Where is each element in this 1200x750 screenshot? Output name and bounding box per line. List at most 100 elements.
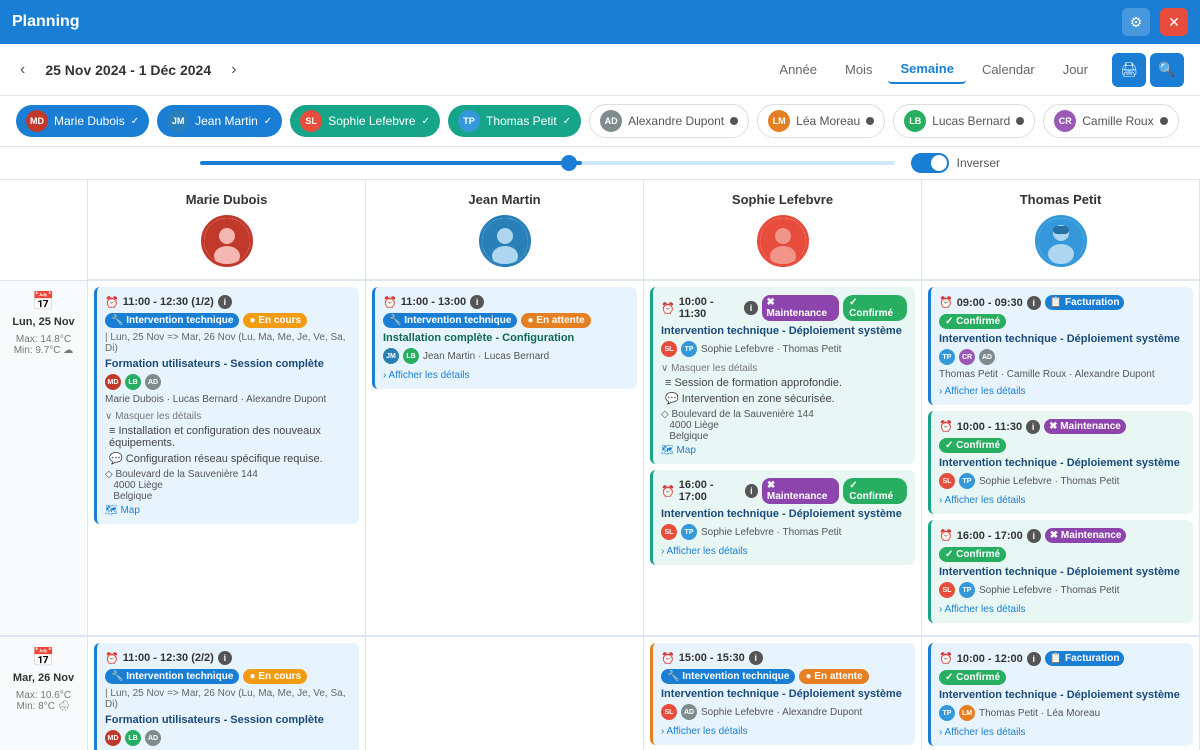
tag-maint-t2: ✖ Maintenance (1044, 419, 1126, 434)
pa-lucas: LB (403, 348, 419, 364)
event-tags: 🔧 Intervention technique ● En cours (105, 313, 351, 328)
filter-thomas-petit[interactable]: TP Thomas Petit ✓ (448, 105, 581, 137)
col-name-thomas: Thomas Petit (930, 192, 1191, 207)
day-name-mar26: Mar, 26 Nov (13, 672, 74, 684)
filter-lea-moreau[interactable]: LM Léa Moreau (757, 104, 885, 138)
tag-attente: ● En attente (521, 313, 590, 328)
slider-fill (200, 161, 582, 165)
pa-sl1: SL (661, 341, 677, 357)
ds1-2: 💬 Intervention en zone sécurisée. (661, 392, 907, 405)
ep-sophie1: SL TP Sophie Lefebvre · Thomas Petit (661, 341, 907, 357)
avatar-lucas: LB (904, 110, 926, 132)
col-jean: Jean Martin (366, 180, 644, 280)
calendar-scroll[interactable]: 📅 Lun, 25 Nov Max: 14.8°CMin: 9.7°C ☁ ⏰ … (0, 281, 1200, 750)
show-d-sophie2[interactable]: › Afficher les détails (661, 546, 907, 557)
event-thomas-mar1: ⏰ 10:00 - 12:00 i 📋 Facturation ✓ Confir… (928, 643, 1193, 746)
ii-sophie2[interactable]: i (745, 484, 758, 498)
tag-enc-m1: ● En cours (243, 669, 307, 684)
pn-sl1: Sophie Lefebvre · Thomas Petit (701, 344, 841, 355)
check-icon-3: ✓ (422, 116, 430, 127)
tag-conf-t2: ✓ Confirmé (939, 438, 1006, 453)
cell-thomas-mar26: ⏰ 10:00 - 12:00 i 📋 Facturation ✓ Confir… (922, 637, 1200, 750)
event-time: ⏰ 11:00 - 12:30 (1/2) i (105, 295, 351, 309)
inactive-dot-3 (1016, 117, 1024, 125)
avatar-marie: MD (26, 110, 48, 132)
ii-s3[interactable]: i (749, 651, 763, 665)
day-name-lun25: Lun, 25 Nov (12, 316, 74, 328)
event-tags-jean: 🔧 Intervention technique ● En attente (383, 313, 629, 328)
event-thomas1: ⏰ 09:00 - 09:30 i 📋 Facturation ✓ Confir… (928, 287, 1193, 405)
filter-jean-martin[interactable]: JM Jean Martin ✓ (157, 105, 282, 137)
view-calendar[interactable]: Calendar (970, 56, 1047, 83)
show-d-t2[interactable]: › Afficher les détails (939, 495, 1185, 506)
ii-m1[interactable]: i (218, 651, 232, 665)
pn-t3: Sophie Lefebvre · Thomas Petit (979, 585, 1119, 596)
next-button[interactable]: › (227, 57, 240, 83)
inverter-toggle[interactable] (911, 153, 949, 173)
close-button[interactable]: ✕ (1160, 8, 1188, 36)
pa-tp6: TP (939, 705, 955, 721)
tag-fact-tm1: 📋 Facturation (1045, 651, 1125, 666)
pa-tp2: TP (681, 524, 697, 540)
app-title: Planning (12, 13, 1112, 31)
inactive-dot (730, 117, 738, 125)
ep-t3: SL TP Sophie Lefebvre · Thomas Petit (939, 582, 1185, 598)
info-icon-jean[interactable]: i (470, 295, 484, 309)
pa-lm: LM (959, 705, 975, 721)
et-m1: ⏰ 11:00 - 12:30 (2/2) i (105, 651, 351, 665)
col-avatar-thomas (1035, 215, 1087, 267)
show-d-t3[interactable]: › Afficher les détails (939, 604, 1185, 615)
cell-sophie-lun25: ⏰ 10:00 - 11:30 i ✖ Maintenance ✓ Confir… (644, 281, 922, 636)
show-details-jean[interactable]: › Afficher les détails (383, 370, 629, 381)
ii-tm1[interactable]: i (1027, 652, 1041, 666)
show-d-t1[interactable]: › Afficher les détails (939, 386, 1185, 397)
event-details: ≡ Installation et configuration des nouv… (105, 425, 351, 516)
search-button[interactable]: 🔍 (1150, 53, 1184, 87)
filter-sophie-lefebvre[interactable]: SL Sophie Lefebvre ✓ (290, 105, 440, 137)
info-icon[interactable]: i (218, 295, 232, 309)
filter-marie-dubois[interactable]: MD Marie Dubois ✓ (16, 105, 149, 137)
map-link[interactable]: 🗺 Map (105, 505, 351, 516)
event-persons: MD LB AD Marie Dubois · Lucas Bernard · … (105, 374, 351, 405)
tag-fact1: 📋 Facturation (1045, 295, 1125, 310)
gear-button[interactable]: ⚙ (1122, 8, 1150, 36)
slider-bar: Inverser (0, 147, 1200, 180)
view-jour[interactable]: Jour (1051, 56, 1100, 83)
hide-details-btn[interactable]: ∨ Masquer les détails (105, 411, 351, 422)
col-name-jean: Jean Martin (374, 192, 635, 207)
col-avatar-jean (479, 215, 531, 267)
day-row-lun25: 📅 Lun, 25 Nov Max: 14.8°CMin: 9.7°C ☁ ⏰ … (0, 281, 1200, 637)
view-mois[interactable]: Mois (833, 56, 884, 83)
col-thomas: Thomas Petit (922, 180, 1200, 280)
et-tm1: ⏰ 10:00 - 12:00 i 📋 Facturation ✓ Confir… (939, 651, 1185, 685)
hide-d-sophie1[interactable]: ∨ Masquer les détails (661, 363, 907, 374)
show-s3[interactable]: › Afficher les détails (661, 726, 907, 737)
detail-1: ≡ Installation et configuration des nouv… (105, 425, 351, 449)
prev-button[interactable]: ‹ (16, 57, 29, 83)
print-button[interactable]: 🖨 (1112, 53, 1146, 87)
pa-tp3: TP (939, 349, 955, 365)
et-t1: ⏰ 09:00 - 09:30 i 📋 Facturation ✓ Confir… (939, 295, 1185, 329)
ii-t3[interactable]: i (1027, 529, 1041, 543)
titlebar: Planning ⚙ ✕ (0, 0, 1200, 44)
et-t3: ⏰ 16:00 - 17:00 i ✖ Maintenance ✓ Confir… (939, 528, 1185, 562)
view-semaine[interactable]: Semaine (888, 55, 965, 84)
rec-m1: | Lun, 25 Nov => Mar, 26 Nov (Lu, Ma, Me… (105, 688, 351, 710)
view-annee[interactable]: Année (767, 56, 829, 83)
slider-thumb[interactable] (561, 155, 577, 171)
slider-track[interactable] (200, 161, 895, 165)
show-tm1[interactable]: › Afficher les détails (939, 727, 1185, 738)
filter-alexandre-dupont[interactable]: AD Alexandre Dupont (589, 104, 749, 138)
col-sophie: Sophie Lefebvre (644, 180, 922, 280)
event-card-sophie1: ⏰ 10:00 - 11:30 i ✖ Maintenance ✓ Confir… (650, 287, 915, 464)
cell-sophie-mar26: ⏰ 15:00 - 15:30 i 🔧 Intervention techniq… (644, 637, 922, 750)
pn-sl2: Sophie Lefebvre · Thomas Petit (701, 527, 841, 538)
ii-t2[interactable]: i (1026, 420, 1040, 434)
ii-t1[interactable]: i (1027, 296, 1041, 310)
filter-bar: MD Marie Dubois ✓ JM Jean Martin ✓ SL So… (0, 96, 1200, 147)
inactive-dot-2 (866, 117, 874, 125)
filter-camille-roux[interactable]: CR Camille Roux (1043, 104, 1178, 138)
map-sophie1[interactable]: 🗺 Map (661, 445, 907, 456)
filter-lucas-bernard[interactable]: LB Lucas Bernard (893, 104, 1035, 138)
ii-sophie1[interactable]: i (744, 301, 757, 315)
